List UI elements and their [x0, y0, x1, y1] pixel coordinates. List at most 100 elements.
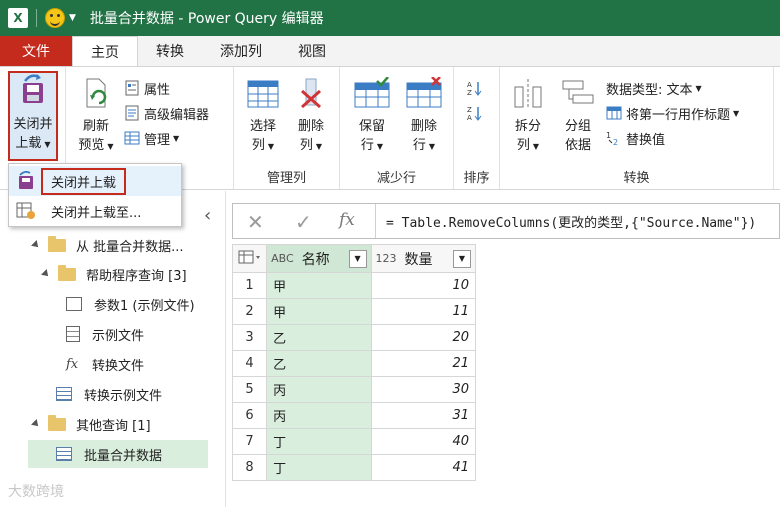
keep-rows-label-1: 保留 [358, 119, 385, 134]
group-reduce-rows-label: 减少行 [376, 171, 416, 186]
menu-item-close-load[interactable]: 关闭并上载 [9, 166, 181, 196]
table-row[interactable]: 5 丙 30 [231, 376, 477, 403]
name-cell[interactable]: 甲 [266, 272, 372, 299]
tree-group-helper-queries[interactable]: 帮助程序查询 [3] [41, 260, 187, 288]
table-menu-corner[interactable] [231, 244, 268, 273]
document-icon [66, 326, 80, 342]
column-header-name[interactable]: ABC 名称 ▼ [266, 244, 372, 273]
table-row[interactable]: 1 甲 10 [231, 272, 477, 299]
row-number: 2 [231, 298, 268, 325]
split-column-label-1: 拆分 [514, 119, 541, 134]
remove-columns-label-1: 删除 [297, 119, 324, 134]
manage-caret-icon: ▼ [173, 133, 180, 143]
table-row[interactable]: 6 丙 31 [231, 402, 477, 429]
table-row[interactable]: 3 乙 20 [231, 324, 477, 351]
name-cell[interactable]: 丁 [266, 428, 372, 455]
qty-cell[interactable]: 11 [370, 298, 477, 325]
expand-triangle-icon [31, 240, 41, 250]
column-header-qty[interactable]: 123 数量 ▼ [370, 244, 477, 273]
table-row[interactable]: 8 丁 41 [231, 454, 477, 481]
table-row[interactable]: 2 甲 11 [231, 298, 477, 325]
tree-item-sample-file[interactable]: 示例文件 [66, 320, 144, 348]
refresh-preview-button[interactable]: 刷新 预览 ▼ [76, 77, 116, 156]
formula-input[interactable]: = Table.RemoveColumns(更改的类型,{"Source.Nam… [375, 204, 780, 238]
advanced-editor-button[interactable]: 高级编辑器 [124, 102, 209, 124]
tab-file[interactable]: 文件 [0, 36, 72, 66]
data-type-dropdown[interactable]: 数据类型: 文本 ▼ [606, 77, 702, 99]
manage-button[interactable]: 管理 ▼ [124, 127, 179, 149]
group-sort-label: 排序 [463, 171, 490, 186]
tree-item-transform-file[interactable]: fx 转换文件 [66, 350, 144, 378]
properties-icon [125, 80, 139, 96]
keep-rows-button[interactable]: 保留 行 ▼ [350, 76, 394, 156]
remove-rows-label-2: 行 ▼ [402, 136, 446, 156]
name-cell[interactable]: 乙 [266, 324, 372, 351]
tab-home[interactable]: 主页 [72, 36, 138, 66]
qty-cell[interactable]: 41 [370, 454, 477, 481]
group-by-button[interactable]: 分组 依据 [556, 77, 600, 155]
smiley-feedback-icon[interactable] [45, 8, 65, 28]
text-type-icon[interactable]: ABC [271, 252, 294, 265]
name-cell[interactable]: 丙 [266, 402, 372, 429]
qty-cell[interactable]: 31 [370, 402, 477, 429]
commit-formula-icon[interactable]: ✓ [295, 210, 312, 234]
column-header-qty-label: 数量 [404, 251, 433, 268]
name-cell[interactable]: 丁 [266, 454, 372, 481]
tree-label-sample-file: 示例文件 [92, 328, 145, 344]
qty-cell[interactable]: 10 [370, 272, 477, 299]
folder-icon [48, 235, 66, 252]
group-by-icon [562, 80, 594, 104]
menu-item-close-load-to[interactable]: 关闭并上载至... [9, 196, 181, 226]
close-load-button[interactable]: 关闭并 上载 ▼ [8, 71, 58, 161]
choose-columns-button[interactable]: 选择 列 ▼ [242, 77, 284, 156]
name-cell[interactable]: 丙 [266, 376, 372, 403]
split-column-button[interactable]: 拆分 列 ▼ [506, 77, 550, 156]
group-by-label-1: 分组 [564, 119, 591, 134]
keep-rows-label-2-text: 行 [360, 138, 374, 153]
cancel-formula-icon[interactable]: ✕ [247, 210, 264, 234]
quick-access-dropdown-icon[interactable]: ▼ [69, 13, 76, 23]
remove-columns-caret-icon: ▼ [315, 142, 323, 151]
name-cell[interactable]: 乙 [266, 350, 372, 377]
filter-dropdown-icon[interactable]: ▼ [453, 249, 471, 268]
svg-text:1: 1 [606, 131, 611, 140]
refresh-icon [86, 78, 107, 108]
first-row-header-label: 将第一行用作标题 [626, 107, 731, 123]
qty-cell[interactable]: 21 [370, 350, 477, 377]
advanced-editor-label: 高级编辑器 [144, 107, 210, 123]
column-header-name-label: 名称 [301, 251, 330, 268]
tree-item-transform-sample[interactable]: 转换示例文件 [56, 380, 162, 408]
tab-add-column[interactable]: 添加列 [202, 36, 280, 66]
manage-label: 管理 [144, 132, 171, 148]
filter-dropdown-icon[interactable]: ▼ [348, 249, 367, 268]
replace-values-button[interactable]: 12 替换值 [606, 127, 665, 149]
menu-item-close-load-to-label: 关闭并上载至... [51, 205, 142, 221]
tree-group-other-queries[interactable]: 其他查询 [1] [31, 410, 151, 438]
close-load-caret-icon: ▼ [44, 140, 51, 149]
number-type-icon[interactable]: 123 [376, 252, 397, 265]
sort-ascending-button[interactable]: AZ [466, 77, 486, 99]
tab-view[interactable]: 视图 [280, 36, 344, 66]
tree-group-from-folder[interactable]: 从 批量合并数据... [31, 231, 184, 259]
remove-columns-button[interactable]: 删除 列 ▼ [290, 77, 332, 156]
first-row-header-button[interactable]: 将第一行用作标题 ▼ [606, 102, 739, 124]
tree-item-batch-merge[interactable]: 批量合并数据 [28, 440, 208, 468]
name-cell[interactable]: 甲 [266, 298, 372, 325]
choose-columns-icon [247, 80, 279, 108]
refresh-label-1: 刷新 [82, 119, 109, 134]
fx-icon[interactable]: fx [339, 210, 355, 230]
tree-item-param[interactable]: 参数1 (示例文件) [66, 290, 195, 318]
qty-cell[interactable]: 30 [370, 376, 477, 403]
collapse-pane-chevron-icon[interactable]: ‹ [204, 205, 211, 226]
tab-transform[interactable]: 转换 [138, 36, 202, 66]
table-row[interactable]: 4 乙 21 [231, 350, 477, 377]
table-row[interactable]: 7 丁 40 [231, 428, 477, 455]
qty-cell[interactable]: 40 [370, 428, 477, 455]
properties-button[interactable]: 属性 [124, 77, 170, 99]
sort-descending-button[interactable]: ZA [466, 102, 486, 124]
svg-text:Z: Z [467, 89, 472, 96]
remove-rows-button[interactable]: 删除 行 ▼ [402, 76, 446, 156]
data-type-label: 数据类型: 文本 [606, 82, 693, 98]
tree-label-from-folder: 从 批量合并数据... [76, 239, 184, 255]
qty-cell[interactable]: 20 [370, 324, 477, 351]
